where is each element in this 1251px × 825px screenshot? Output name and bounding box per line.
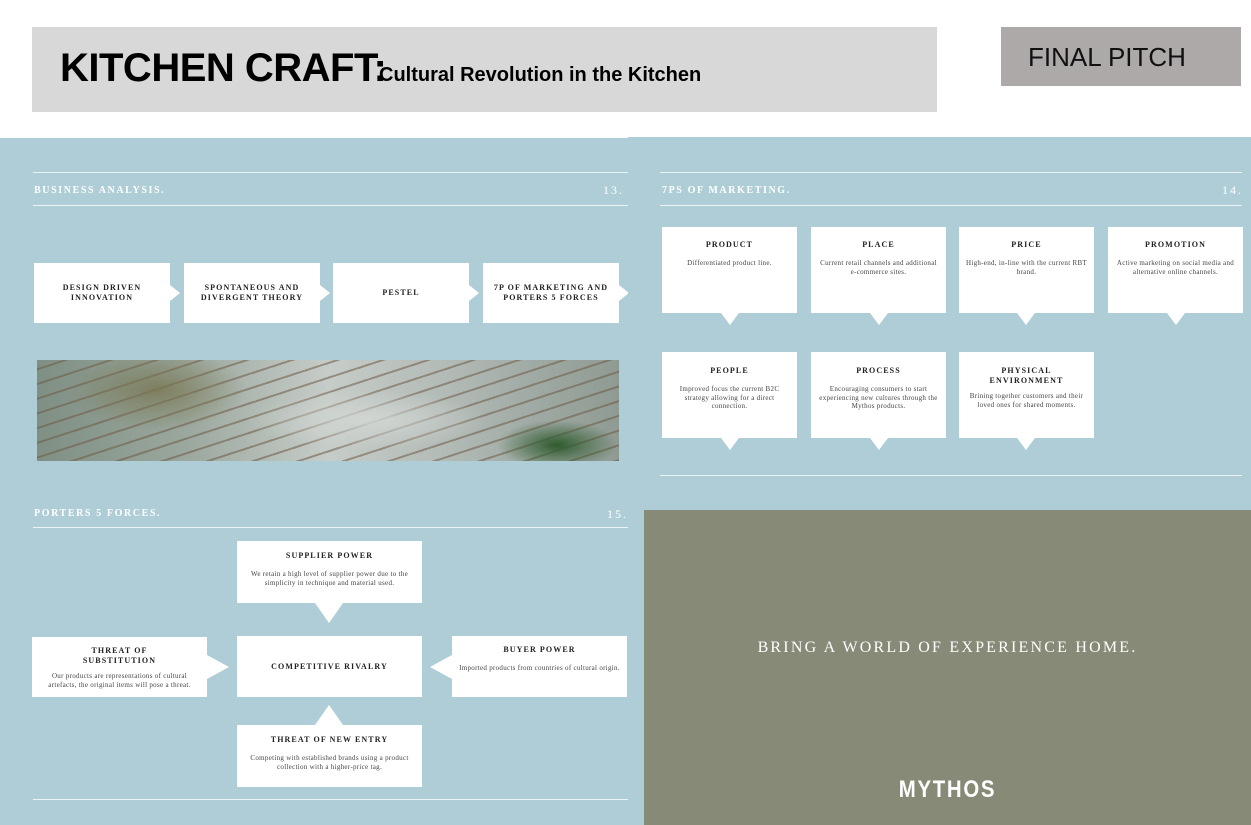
page-title: KITCHEN CRAFT:	[60, 46, 387, 90]
page-subtitle: Cultural Revolution in the Kitchen	[379, 64, 702, 86]
pointer-icon	[1167, 313, 1185, 325]
page-number: 15.	[607, 507, 628, 521]
force-threat-of-substitution: THREAT OF SUBSTITUTION Our products are …	[32, 637, 207, 697]
marketing-card-process: PROCESS Encouraging consumers to start e…	[811, 352, 946, 438]
divider	[33, 799, 628, 800]
pointer-icon	[1017, 438, 1035, 450]
final-pitch-label: FINAL PITCH	[1028, 42, 1186, 72]
pointer-icon	[721, 313, 739, 325]
divider	[33, 527, 628, 528]
pointer-icon	[870, 313, 888, 325]
divider	[660, 475, 1242, 476]
force-threat-of-new-entry: THREAT OF NEW ENTRY Competing with estab…	[237, 725, 422, 787]
aerial-landscape-image	[37, 360, 619, 461]
brand-tagline: BRING A WORLD OF EXPERIENCE HOME.	[757, 639, 1138, 656]
flow-step-pestel: PESTEL	[333, 263, 469, 323]
brand-logo-text: MYTHOS	[898, 776, 997, 803]
flow-step-design-driven: DESIGN DRIVEN INNOVATION	[34, 263, 170, 323]
force-supplier-power: SUPPLIER POWER We retain a high level of…	[237, 541, 422, 603]
divider	[33, 172, 628, 173]
flow-step-spontaneous: SPONTANEOUS AND DIVERGENT THEORY	[184, 263, 320, 323]
force-buyer-power: BUYER POWER Imported products from count…	[452, 636, 627, 697]
section-title-business-analysis: BUSINESS ANALYSIS.	[34, 185, 166, 196]
divider	[33, 205, 628, 206]
arrow-icon	[170, 285, 180, 301]
arrow-left-icon	[430, 655, 452, 679]
flow-step-7p: 7P OF MARKETING AND PORTERS 5 FORCES	[483, 263, 619, 323]
marketing-card-place: PLACE Current retail channels and additi…	[811, 227, 946, 313]
marketing-card-promotion: PROMOTION Active marketing on social med…	[1108, 227, 1243, 313]
section-title-porters: PORTERS 5 FORCES.	[34, 508, 162, 519]
pointer-icon	[870, 438, 888, 450]
page-number: 14.	[1222, 183, 1243, 197]
pointer-icon	[721, 438, 739, 450]
divider	[660, 205, 1242, 206]
marketing-card-physical-environment: PHYSICAL ENVIRONMENT Brining together cu…	[959, 352, 1094, 438]
arrow-up-icon	[315, 705, 343, 725]
divider	[660, 172, 1242, 173]
pointer-icon	[1017, 313, 1035, 325]
force-competitive-rivalry: COMPETITIVE RIVALRY	[237, 636, 422, 697]
arrow-right-icon	[207, 655, 229, 679]
page-number: 13.	[603, 183, 624, 197]
arrow-down-icon	[315, 603, 343, 623]
marketing-card-people: PEOPLE Improved focus the current B2C st…	[662, 352, 797, 438]
section-title-7ps: 7PS OF MARKETING.	[662, 185, 791, 196]
marketing-card-price: PRICE High-end, in-line with the current…	[959, 227, 1094, 313]
arrow-icon	[320, 285, 330, 301]
arrow-icon	[469, 285, 479, 301]
marketing-card-product: PRODUCT Differentiated product line.	[662, 227, 797, 313]
